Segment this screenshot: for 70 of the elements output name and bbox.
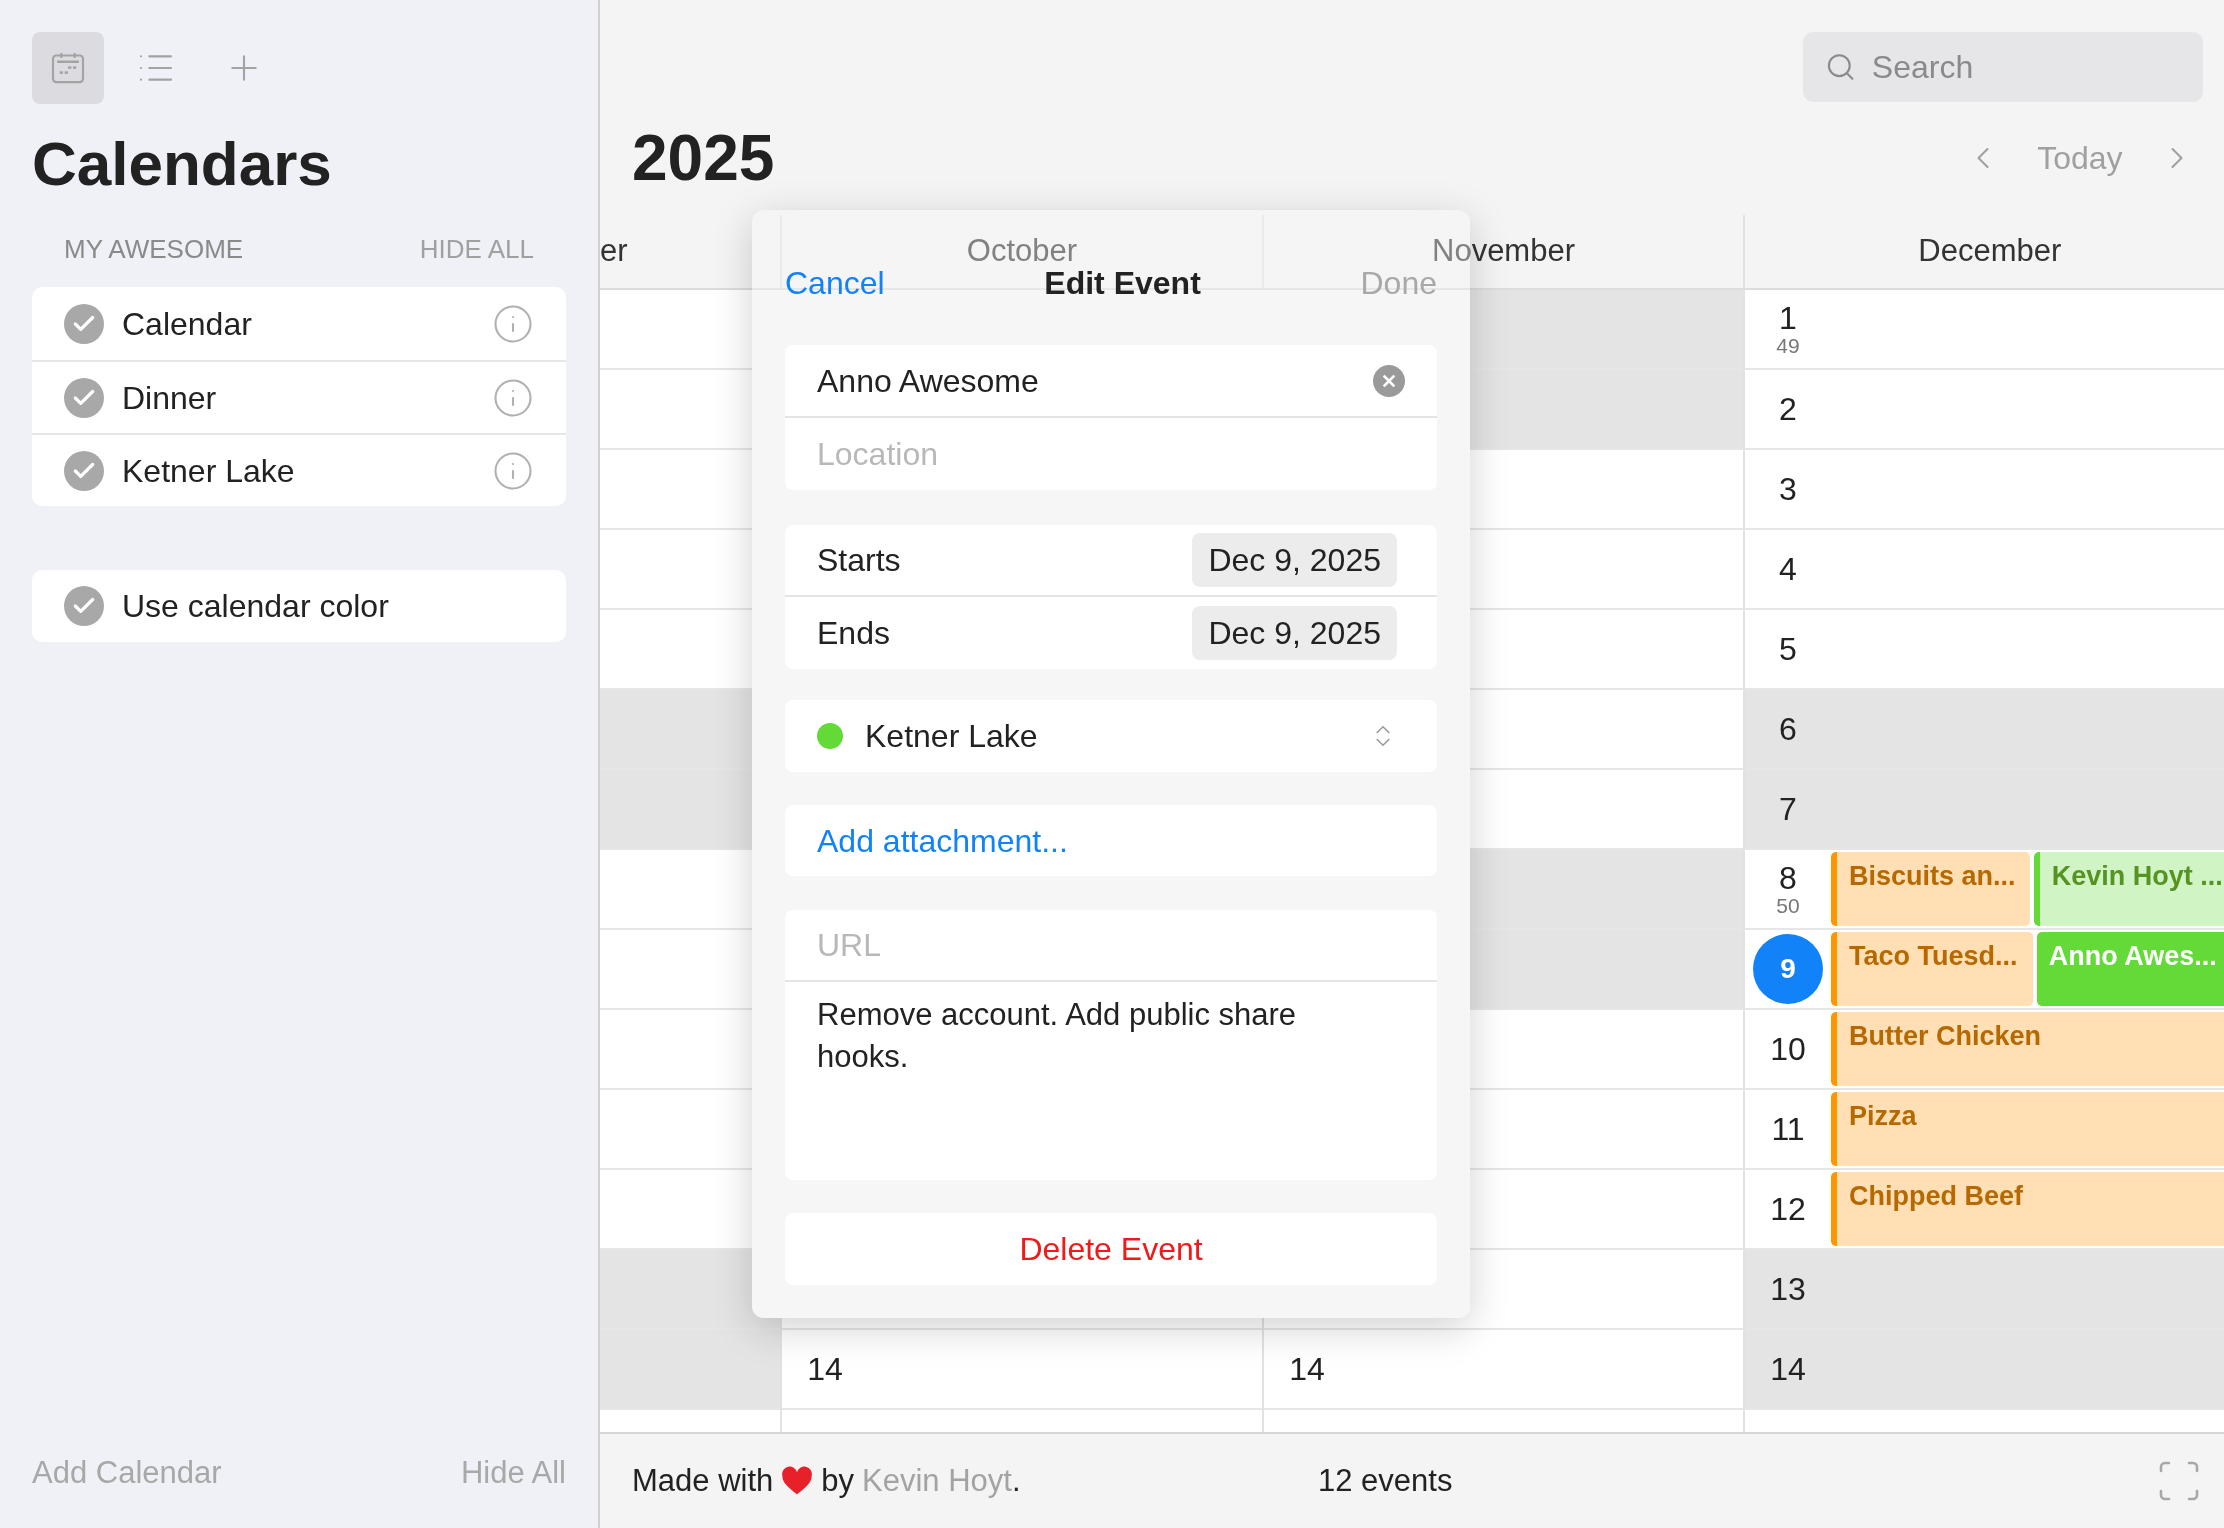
today-day-number[interactable]: 9 [1753, 934, 1823, 1004]
cancel-button[interactable]: Cancel [785, 258, 885, 307]
calendar-name: Ketner Lake [122, 451, 296, 491]
search-input[interactable]: Search [1871, 43, 2181, 91]
event-chip[interactable]: Butter Chicken [1831, 1012, 2224, 1086]
day-number: 3 [1779, 472, 1797, 506]
url-input[interactable]: URL [817, 921, 1405, 969]
delete-event-button[interactable]: Delete Event [785, 1213, 1437, 1285]
week-number: 49 [1776, 335, 1800, 357]
calendar-name: Calendar [122, 304, 253, 344]
day-number: 11 [1771, 1112, 1805, 1146]
calendar-toolbar-button[interactable] [32, 32, 104, 104]
calendar-name: Ketner Lake [865, 717, 1039, 756]
event-count: 12 events [1318, 1461, 1453, 1500]
clear-icon[interactable] [1373, 364, 1405, 397]
checkbox[interactable] [64, 303, 104, 344]
option-row[interactable]: Use calendar color [32, 570, 566, 642]
day-number: 4 [1779, 552, 1797, 586]
day-number: 10 [1770, 1032, 1806, 1066]
title-input[interactable]: Anno Awesome [817, 356, 1373, 405]
search-field[interactable]: Search [1802, 32, 2203, 102]
date-picker[interactable]: Dec 9, 2025 [1192, 606, 1397, 660]
starts-label: Starts [817, 541, 901, 580]
section-header: MY AWESOME [64, 233, 244, 266]
hide-all-link[interactable]: Hide All [460, 1449, 566, 1496]
month-header: er [600, 232, 628, 271]
calendar-name: Dinner [122, 378, 218, 418]
event-chip[interactable]: Kevin Hoyt ... [2033, 852, 2224, 926]
day-number: 5 [1779, 632, 1797, 666]
day-number: 13 [1770, 1272, 1806, 1306]
day-number: 14 [807, 1352, 843, 1386]
day-number: 12 [1770, 1192, 1806, 1226]
title-field[interactable]: Anno Awesome [785, 345, 1437, 418]
location-input[interactable]: Location [817, 430, 1405, 478]
day-number: 14 [1289, 1352, 1325, 1386]
day-number: 2 [1779, 392, 1797, 426]
day-number: 8 [1779, 861, 1797, 895]
ends-label: Ends [817, 614, 890, 653]
info-icon[interactable] [492, 302, 534, 345]
calendar-select[interactable]: Ketner Lake [785, 700, 1437, 772]
month-header: November [1432, 232, 1575, 271]
day-number: 14 [1770, 1352, 1806, 1386]
checkbox[interactable] [64, 450, 104, 491]
event-chip[interactable]: Chipped Beef [1831, 1172, 2224, 1246]
info-icon[interactable] [492, 376, 534, 419]
event-chip[interactable]: Anno Awes... [2036, 932, 2224, 1006]
year-title: 2025 [632, 121, 775, 196]
week-number: 50 [1776, 895, 1800, 917]
author-link[interactable]: Kevin Hoyt [862, 1457, 1012, 1505]
event-chip[interactable]: Pizza [1831, 1092, 2224, 1166]
month-header: December [1918, 232, 2062, 271]
day-number: 6 [1779, 712, 1797, 746]
notes-input[interactable]: Remove account. Add public share hooks. [817, 994, 1377, 1114]
event-chip[interactable]: Taco Tuesd... [1831, 932, 2033, 1006]
today-button[interactable]: Today [2037, 134, 2123, 182]
day-number: 1 [1779, 301, 1797, 335]
sidebar-title: Calendars [32, 128, 333, 200]
event-chip[interactable]: Biscuits an... [1831, 852, 2030, 926]
checkbox[interactable] [64, 377, 104, 418]
heart-icon [781, 1466, 814, 1496]
hide-all-button[interactable]: HIDE ALL [419, 230, 534, 269]
option-label: Use calendar color [122, 587, 389, 626]
add-calendar-button[interactable]: Add Calendar [32, 1449, 222, 1496]
notes-field[interactable]: Remove account. Add public share hooks. [785, 982, 1437, 1180]
day-number: 7 [1779, 792, 1797, 826]
date-picker[interactable]: Dec 9, 2025 [1192, 533, 1397, 587]
checkbox[interactable] [64, 586, 104, 626]
location-field[interactable]: Location [785, 418, 1437, 490]
url-field[interactable]: URL [785, 910, 1437, 982]
info-icon[interactable] [492, 449, 534, 492]
